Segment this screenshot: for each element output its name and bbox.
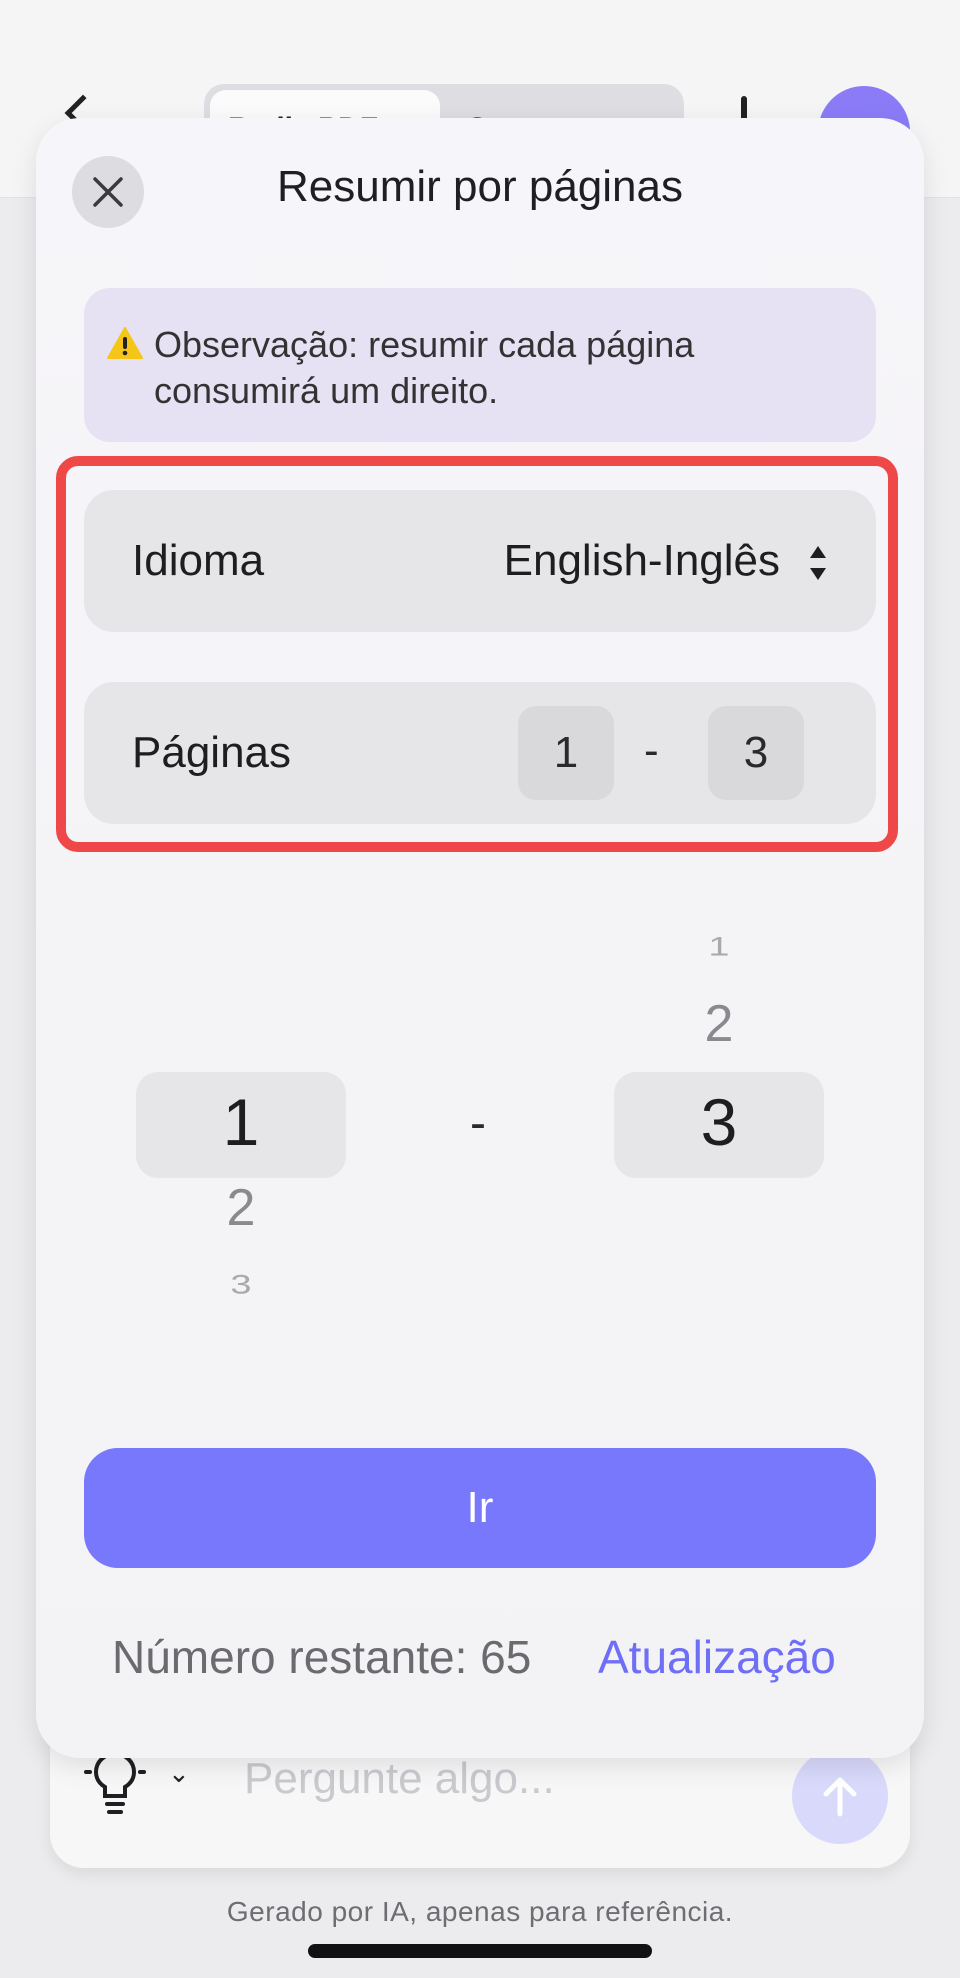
ask-input[interactable]: Pergunte algo... — [244, 1754, 555, 1804]
page-from-field[interactable]: 1 — [518, 706, 614, 800]
upgrade-link[interactable]: Atualização — [598, 1630, 836, 1684]
picker-to-selected[interactable]: 3 — [614, 1084, 824, 1160]
page: Radix PDF C ⌄ Pergunte algo... Gerado po… — [0, 0, 960, 1978]
send-button[interactable] — [792, 1748, 888, 1844]
pages-row: Páginas 1 - 3 — [84, 682, 876, 824]
arrow-up-icon — [823, 1777, 857, 1817]
go-button[interactable]: Ir — [84, 1448, 876, 1568]
summarize-sheet: Resumir por páginas Observação: resumir … — [36, 118, 924, 1758]
notice-text: Observação: resumir cada página consumir… — [154, 324, 695, 411]
page-to-field[interactable]: 3 — [708, 706, 804, 800]
pages-label: Páginas — [132, 728, 292, 777]
picker-to-option[interactable]: 1 — [614, 932, 824, 962]
picker-separator: - — [470, 1097, 486, 1150]
warning-icon — [107, 327, 143, 359]
home-indicator[interactable] — [308, 1944, 652, 1958]
updown-icon — [810, 546, 826, 580]
remaining-count: Número restante: 65 — [112, 1631, 532, 1683]
picker-from-option[interactable]: 3 — [136, 1270, 346, 1300]
picker-to-option[interactable]: 2 — [614, 994, 824, 1054]
language-select[interactable]: English-Inglês — [504, 536, 780, 586]
pages-separator: - — [644, 726, 659, 775]
language-row[interactable]: Idioma English-Inglês — [84, 490, 876, 632]
sheet-title: Resumir por páginas — [277, 162, 683, 211]
chevron-down-icon[interactable]: ⌄ — [168, 1758, 190, 1789]
language-label: Idioma — [132, 536, 265, 585]
picker-from-option[interactable]: 2 — [136, 1178, 346, 1238]
ai-disclaimer: Gerado por IA, apenas para referência. — [226, 1896, 734, 1927]
notice-banner: Observação: resumir cada página consumir… — [84, 288, 876, 442]
picker-from-selected[interactable]: 1 — [136, 1084, 346, 1160]
